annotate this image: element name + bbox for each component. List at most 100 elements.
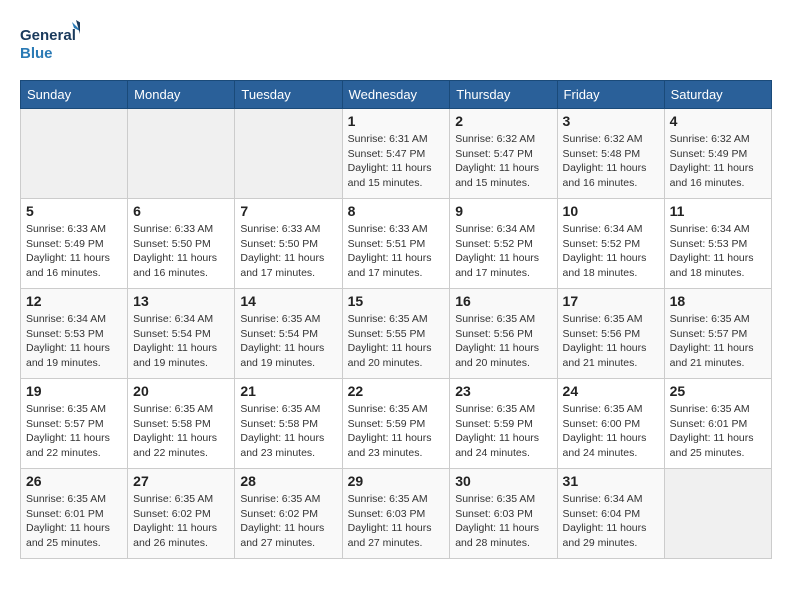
calendar-cell: 5 Sunrise: 6:33 AM Sunset: 5:49 PM Daylig… xyxy=(21,199,128,289)
calendar-cell: 3 Sunrise: 6:32 AM Sunset: 5:48 PM Daylig… xyxy=(557,109,664,199)
day-number: 27 xyxy=(133,473,229,489)
week-row-1: 5 Sunrise: 6:33 AM Sunset: 5:49 PM Daylig… xyxy=(21,199,772,289)
day-info: Sunrise: 6:34 AM Sunset: 5:52 PM Dayligh… xyxy=(455,222,551,281)
day-number: 11 xyxy=(670,203,766,219)
week-row-4: 26 Sunrise: 6:35 AM Sunset: 6:01 PM Dayli… xyxy=(21,469,772,559)
calendar-cell: 14Sunrise: 6:35 AM Sunset: 5:54 PM Dayli… xyxy=(235,289,342,379)
day-number: 13 xyxy=(133,293,229,309)
calendar-cell: 26 Sunrise: 6:35 AM Sunset: 6:01 PM Dayli… xyxy=(21,469,128,559)
day-number: 3 xyxy=(563,113,659,129)
calendar-header-row: SundayMondayTuesdayWednesdayThursdayFrid… xyxy=(21,81,772,109)
calendar-cell: 24Sunrise: 6:35 AM Sunset: 6:00 PM Dayli… xyxy=(557,379,664,469)
day-info: Sunrise: 6:35 AM Sunset: 6:02 PM Dayligh… xyxy=(133,492,229,551)
day-info: Sunrise: 6:35 AM Sunset: 5:58 PM Dayligh… xyxy=(133,402,229,461)
day-number: 12 xyxy=(26,293,122,309)
day-info: Sunrise: 6:35 AM Sunset: 5:59 PM Dayligh… xyxy=(348,402,445,461)
day-info: Sunrise: 6:35 AM Sunset: 6:01 PM Dayligh… xyxy=(670,402,766,461)
day-number: 7 xyxy=(240,203,336,219)
day-number: 15 xyxy=(348,293,445,309)
calendar-cell: 18Sunrise: 6:35 AM Sunset: 5:57 PM Dayli… xyxy=(664,289,771,379)
day-number: 1 xyxy=(348,113,445,129)
day-number: 5 xyxy=(26,203,122,219)
header-thursday: Thursday xyxy=(450,81,557,109)
calendar-cell: 21 Sunrise: 6:35 AM Sunset: 5:58 PM Dayli… xyxy=(235,379,342,469)
day-info: Sunrise: 6:35 AM Sunset: 6:01 PM Dayligh… xyxy=(26,492,122,551)
header-saturday: Saturday xyxy=(664,81,771,109)
calendar-cell: 7 Sunrise: 6:33 AM Sunset: 5:50 PM Daylig… xyxy=(235,199,342,289)
day-info: Sunrise: 6:33 AM Sunset: 5:50 PM Dayligh… xyxy=(240,222,336,281)
calendar-cell: 15 Sunrise: 6:35 AM Sunset: 5:55 PM Dayli… xyxy=(342,289,450,379)
calendar-cell: 30 Sunrise: 6:35 AM Sunset: 6:03 PM Dayli… xyxy=(450,469,557,559)
calendar-cell: 10 Sunrise: 6:34 AM Sunset: 5:52 PM Dayli… xyxy=(557,199,664,289)
day-info: Sunrise: 6:34 AM Sunset: 5:53 PM Dayligh… xyxy=(26,312,122,371)
calendar-cell: 20 Sunrise: 6:35 AM Sunset: 5:58 PM Dayli… xyxy=(128,379,235,469)
day-number: 29 xyxy=(348,473,445,489)
calendar-cell xyxy=(128,109,235,199)
calendar-cell xyxy=(21,109,128,199)
calendar-cell xyxy=(664,469,771,559)
header-friday: Friday xyxy=(557,81,664,109)
calendar-cell: 9 Sunrise: 6:34 AM Sunset: 5:52 PM Daylig… xyxy=(450,199,557,289)
day-number: 17 xyxy=(563,293,659,309)
calendar-cell: 25 Sunrise: 6:35 AM Sunset: 6:01 PM Dayli… xyxy=(664,379,771,469)
svg-text:Blue: Blue xyxy=(20,45,53,62)
day-number: 16 xyxy=(455,293,551,309)
calendar-cell: 22Sunrise: 6:35 AM Sunset: 5:59 PM Dayli… xyxy=(342,379,450,469)
day-number: 2 xyxy=(455,113,551,129)
day-info: Sunrise: 6:32 AM Sunset: 5:49 PM Dayligh… xyxy=(670,132,766,191)
calendar-table: SundayMondayTuesdayWednesdayThursdayFrid… xyxy=(20,80,772,559)
week-row-2: 12 Sunrise: 6:34 AM Sunset: 5:53 PM Dayli… xyxy=(21,289,772,379)
day-info: Sunrise: 6:34 AM Sunset: 5:54 PM Dayligh… xyxy=(133,312,229,371)
calendar-cell: 6Sunrise: 6:33 AM Sunset: 5:50 PM Daylig… xyxy=(128,199,235,289)
day-number: 23 xyxy=(455,383,551,399)
day-number: 28 xyxy=(240,473,336,489)
svg-text:General: General xyxy=(20,27,76,44)
day-info: Sunrise: 6:33 AM Sunset: 5:49 PM Dayligh… xyxy=(26,222,122,281)
day-info: Sunrise: 6:31 AM Sunset: 5:47 PM Dayligh… xyxy=(348,132,445,191)
day-number: 30 xyxy=(455,473,551,489)
calendar-cell: 23 Sunrise: 6:35 AM Sunset: 5:59 PM Dayli… xyxy=(450,379,557,469)
calendar-cell: 16Sunrise: 6:35 AM Sunset: 5:56 PM Dayli… xyxy=(450,289,557,379)
day-number: 14 xyxy=(240,293,336,309)
day-number: 19 xyxy=(26,383,122,399)
day-info: Sunrise: 6:35 AM Sunset: 5:58 PM Dayligh… xyxy=(240,402,336,461)
calendar-cell: 13 Sunrise: 6:34 AM Sunset: 5:54 PM Dayli… xyxy=(128,289,235,379)
day-info: Sunrise: 6:35 AM Sunset: 5:57 PM Dayligh… xyxy=(26,402,122,461)
day-info: Sunrise: 6:35 AM Sunset: 5:56 PM Dayligh… xyxy=(563,312,659,371)
calendar-cell: 1 Sunrise: 6:31 AM Sunset: 5:47 PM Daylig… xyxy=(342,109,450,199)
day-info: Sunrise: 6:35 AM Sunset: 5:59 PM Dayligh… xyxy=(455,402,551,461)
calendar-cell: 31Sunrise: 6:34 AM Sunset: 6:04 PM Dayli… xyxy=(557,469,664,559)
day-number: 25 xyxy=(670,383,766,399)
day-info: Sunrise: 6:33 AM Sunset: 5:50 PM Dayligh… xyxy=(133,222,229,281)
day-info: Sunrise: 6:35 AM Sunset: 6:02 PM Dayligh… xyxy=(240,492,336,551)
day-number: 10 xyxy=(563,203,659,219)
calendar-cell: 8Sunrise: 6:33 AM Sunset: 5:51 PM Daylig… xyxy=(342,199,450,289)
day-number: 4 xyxy=(670,113,766,129)
calendar-cell: 12 Sunrise: 6:34 AM Sunset: 5:53 PM Dayli… xyxy=(21,289,128,379)
day-info: Sunrise: 6:33 AM Sunset: 5:51 PM Dayligh… xyxy=(348,222,445,281)
day-info: Sunrise: 6:34 AM Sunset: 5:53 PM Dayligh… xyxy=(670,222,766,281)
logo: General Blue xyxy=(20,20,80,64)
day-info: Sunrise: 6:35 AM Sunset: 6:03 PM Dayligh… xyxy=(455,492,551,551)
week-row-0: 1 Sunrise: 6:31 AM Sunset: 5:47 PM Daylig… xyxy=(21,109,772,199)
day-number: 20 xyxy=(133,383,229,399)
day-number: 24 xyxy=(563,383,659,399)
day-number: 21 xyxy=(240,383,336,399)
day-number: 26 xyxy=(26,473,122,489)
calendar-cell: 4 Sunrise: 6:32 AM Sunset: 5:49 PM Daylig… xyxy=(664,109,771,199)
day-number: 9 xyxy=(455,203,551,219)
header-sunday: Sunday xyxy=(21,81,128,109)
day-info: Sunrise: 6:35 AM Sunset: 5:55 PM Dayligh… xyxy=(348,312,445,371)
day-info: Sunrise: 6:34 AM Sunset: 5:52 PM Dayligh… xyxy=(563,222,659,281)
day-info: Sunrise: 6:35 AM Sunset: 5:57 PM Dayligh… xyxy=(670,312,766,371)
day-info: Sunrise: 6:34 AM Sunset: 6:04 PM Dayligh… xyxy=(563,492,659,551)
calendar-cell xyxy=(235,109,342,199)
day-info: Sunrise: 6:32 AM Sunset: 5:48 PM Dayligh… xyxy=(563,132,659,191)
day-info: Sunrise: 6:32 AM Sunset: 5:47 PM Dayligh… xyxy=(455,132,551,191)
header-wednesday: Wednesday xyxy=(342,81,450,109)
calendar-cell: 17 Sunrise: 6:35 AM Sunset: 5:56 PM Dayli… xyxy=(557,289,664,379)
header-monday: Monday xyxy=(128,81,235,109)
calendar-cell: 29Sunrise: 6:35 AM Sunset: 6:03 PM Dayli… xyxy=(342,469,450,559)
calendar-cell: 19 Sunrise: 6:35 AM Sunset: 5:57 PM Dayli… xyxy=(21,379,128,469)
calendar-cell: 11 Sunrise: 6:34 AM Sunset: 5:53 PM Dayli… xyxy=(664,199,771,289)
